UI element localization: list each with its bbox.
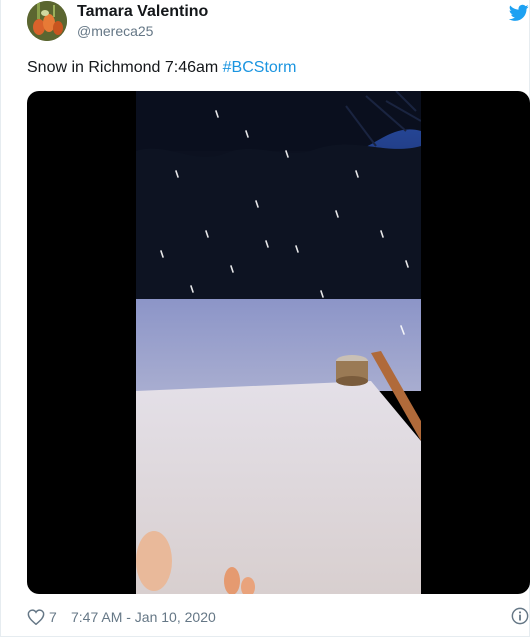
tweet-text: Snow in Richmond 7:46am #BCStorm xyxy=(27,57,296,79)
author-name[interactable]: Tamara Valentino xyxy=(77,2,208,22)
avatar-photo xyxy=(27,1,67,41)
heart-icon[interactable] xyxy=(27,609,45,625)
twitter-bird-icon[interactable] xyxy=(509,4,529,22)
video-thumbnail[interactable] xyxy=(136,91,421,594)
tweet-timestamp[interactable]: 7:47 AM - Jan 10, 2020 xyxy=(71,608,216,626)
tweet-media[interactable] xyxy=(27,91,530,594)
author-handle[interactable]: @mereca25 xyxy=(77,22,153,40)
like-count: 7 xyxy=(49,609,57,625)
hashtag-link[interactable]: #BCStorm xyxy=(223,59,297,76)
tweet-card: Tamara Valentino @mereca25 Snow in Richm… xyxy=(0,0,530,637)
tweet-body: Snow in Richmond 7:46am xyxy=(27,59,223,76)
tweet-footer: 7 7:47 AM - Jan 10, 2020 xyxy=(27,606,530,628)
avatar[interactable] xyxy=(27,1,67,41)
info-icon[interactable] xyxy=(511,607,529,625)
